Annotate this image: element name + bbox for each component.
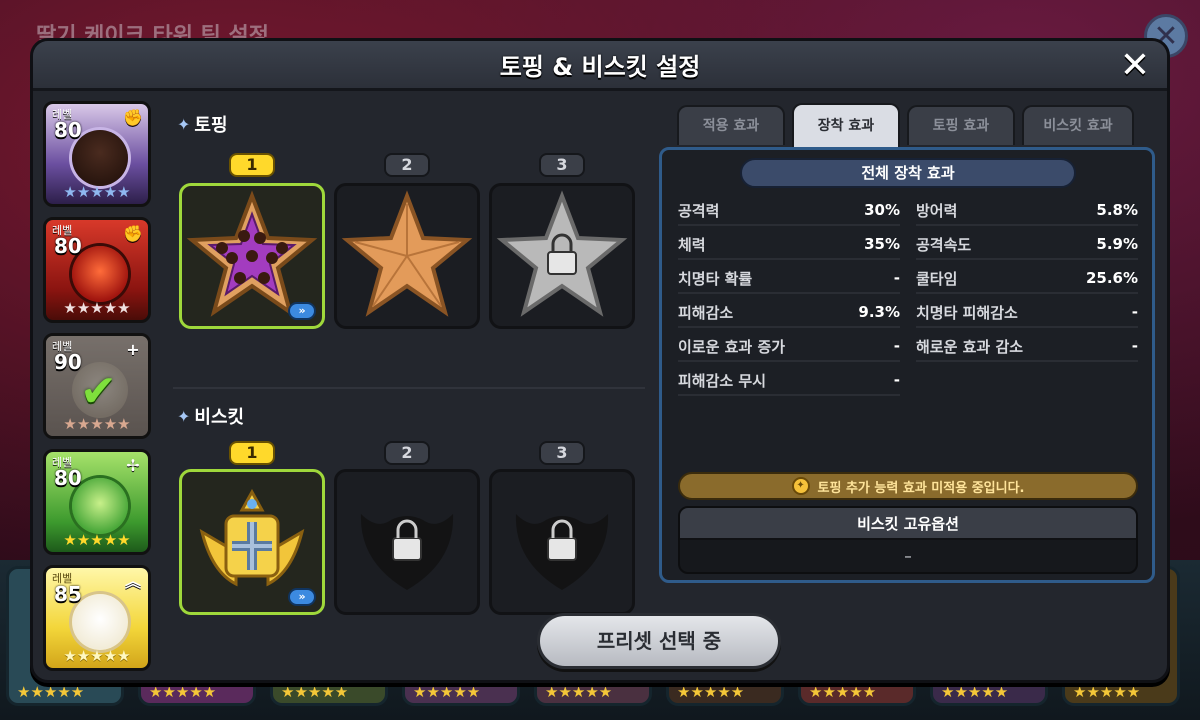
effect-row: 공격력 30% (678, 196, 900, 226)
biscuits-title: 비스킷 (194, 407, 245, 428)
effect-row: 피해감소 9.3% (678, 298, 900, 328)
effect-name: 치명타 피해감소 (916, 303, 1018, 322)
notice-text: 토핑 추가 능력 효과 미적용 중입니다. (817, 480, 1025, 496)
role-plus-icon: + (126, 340, 140, 359)
tab-applied-effects[interactable]: 적용 효과 (677, 105, 785, 145)
cookie-card[interactable]: 레벨 80 ✊ ★★★★★ (43, 101, 151, 207)
effect-value: 5.9% (1096, 235, 1138, 253)
locked-biscuit-icon (360, 514, 454, 590)
toppings-title: 토핑 (194, 115, 228, 136)
level-value: 90 (54, 350, 82, 374)
unique-option-title: 비스킷 고유옵션 (680, 508, 1136, 540)
biscuits-section-title: ✦ 비스킷 (177, 403, 244, 429)
star-rating: ★★★★★ (63, 647, 131, 665)
unique-option-value: – (904, 547, 912, 565)
effects-panel: 전체 장착 효과 공격력 30% 체력 35% 치명타 확률 - 피해감소 9.… (659, 147, 1155, 583)
effect-value: 9.3% (858, 303, 900, 321)
effect-value: - (893, 371, 900, 389)
effect-name: 치명타 확률 (678, 269, 753, 288)
biscuit-slot-number: 3 (539, 441, 585, 465)
more-options-button[interactable]: » (288, 588, 316, 606)
locked-topping-icon (496, 190, 628, 317)
effect-name: 방어력 (916, 201, 958, 220)
level-value: 80 (54, 234, 82, 258)
cookie-card[interactable]: 레벨 80 ✊ ★★★★★ (43, 217, 151, 323)
cookie-card[interactable]: 레벨 85 ︽ ★★★★★ (43, 565, 151, 671)
effect-name: 체력 (678, 235, 706, 254)
effect-name: 해로운 효과 감소 (916, 337, 1024, 356)
sparkle-icon: ✦ (177, 114, 191, 134)
effect-row: 공격속도 5.9% (916, 230, 1138, 260)
effect-row: 치명타 피해감소 - (916, 298, 1138, 328)
locked-biscuit-icon (515, 514, 609, 590)
tab-biscuit-effects[interactable]: 비스킷 효과 (1022, 105, 1134, 145)
role-sword-icon: ✢ (126, 456, 140, 475)
biscuit-slot-2[interactable] (334, 469, 480, 615)
effect-name: 피해감소 (678, 303, 734, 322)
effect-row: 이로운 효과 증가 - (678, 332, 900, 362)
effect-row: 치명타 확률 - (678, 264, 900, 294)
role-support-icon: ︽ (124, 572, 141, 591)
biscuit-slot-1[interactable]: » (179, 469, 325, 615)
effect-row: 해로운 효과 감소 - (916, 332, 1138, 362)
topping-slot-1[interactable]: » (179, 183, 325, 329)
tab-topping-effects[interactable]: 토핑 효과 (907, 105, 1015, 145)
toppings-section-title: ✦ 토핑 (177, 111, 228, 137)
topping-notice-banner: ✦ 토핑 추가 능력 효과 미적용 중입니다. (678, 472, 1138, 500)
effect-name: 피해감소 무시 (678, 371, 767, 390)
effect-tabs: 적용 효과 장착 효과 토핑 효과 비스킷 효과 (677, 103, 1147, 147)
tab-equipped-effects[interactable]: 장착 효과 (792, 103, 900, 147)
topping-slot-number: 3 (539, 153, 585, 177)
empty-topping-icon (341, 190, 473, 317)
cookie-list: 레벨 80 ✊ ★★★★★ 레벨 80 ✊ ★★★★★ 레벨 90 + ✔ ★★… (43, 101, 153, 671)
star-rating: ★★★★★ (63, 183, 131, 201)
more-options-button[interactable]: » (288, 302, 316, 320)
level-value: 85 (54, 582, 82, 606)
level-value: 80 (54, 118, 82, 142)
effect-name: 이로운 효과 증가 (678, 337, 786, 356)
biscuit-slot-number: 2 (384, 441, 430, 465)
effect-row: 피해감소 무시 - (678, 366, 900, 396)
cookie-card[interactable]: 레벨 80 ✢ ★★★★★ (43, 449, 151, 555)
sparkle-icon: ✦ (177, 406, 191, 426)
topping-slot-number: 2 (384, 153, 430, 177)
effect-value: 35% (864, 235, 900, 253)
level-value: 80 (54, 466, 82, 490)
biscuit-slot-3[interactable] (489, 469, 635, 615)
topping-slot-3[interactable] (489, 183, 635, 329)
topping-biscuit-modal: 토핑 & 비스킷 설정 ✕ 레벨 80 ✊ ★★★★★ 레벨 80 ✊ ★★★★… (30, 38, 1170, 683)
effect-value: - (893, 337, 900, 355)
modal-title: 토핑 & 비스킷 설정 (499, 53, 701, 81)
star-rating: ★★★★★ (63, 299, 131, 317)
effect-value: - (1131, 303, 1138, 321)
effect-value: 25.6% (1085, 269, 1138, 287)
biscuit-slot-number: 1 (229, 441, 275, 465)
check-icon: ✔ (80, 366, 117, 417)
effect-value: 30% (864, 201, 900, 219)
effect-row: 방어력 5.8% (916, 196, 1138, 226)
modal-header: 토핑 & 비스킷 설정 ✕ (33, 41, 1167, 91)
topping-slot-2[interactable] (334, 183, 480, 329)
effect-name: 쿨타임 (916, 269, 958, 288)
effect-row: 체력 35% (678, 230, 900, 260)
topping-slot-number: 1 (229, 153, 275, 177)
star-rating: ★★★★★ (63, 415, 131, 433)
info-coin-icon: ✦ (791, 477, 810, 495)
role-fist-icon: ✊ (123, 108, 143, 127)
close-icon[interactable]: ✕ (1117, 45, 1153, 86)
preset-select-button[interactable]: 프리셋 선택 중 (537, 613, 781, 669)
effect-name: 공격력 (678, 201, 720, 220)
equipment-panel: ✦ 토핑 1 2 3 » ✦ 비스킷 1 2 3 » (165, 101, 645, 615)
effect-name: 공격속도 (916, 235, 972, 254)
effects-header: 전체 장착 효과 (740, 158, 1076, 188)
effect-value: - (893, 269, 900, 287)
effect-value: 5.8% (1096, 201, 1138, 219)
effect-row: 쿨타임 25.6% (916, 264, 1138, 294)
star-rating: ★★★★★ (63, 531, 131, 549)
section-divider (173, 387, 645, 389)
cookie-card-selected[interactable]: 레벨 90 + ✔ ★★★★★ (43, 333, 151, 439)
role-fist-icon: ✊ (123, 224, 143, 243)
effect-value: - (1131, 337, 1138, 355)
biscuit-unique-option: 비스킷 고유옵션 – (678, 506, 1138, 574)
